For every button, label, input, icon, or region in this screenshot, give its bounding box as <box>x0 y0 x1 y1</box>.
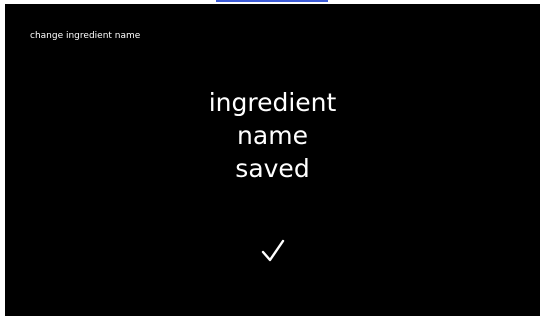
message-line-saved: saved <box>235 154 310 183</box>
top-link-line <box>216 0 328 2</box>
message-line-name: name <box>237 121 308 150</box>
message-line-ingredient: ingredient <box>208 88 337 117</box>
bottom-strip <box>0 316 545 329</box>
check-icon <box>261 239 285 262</box>
screen-title: change ingredient name <box>30 31 141 41</box>
saved-message: ingredient name saved <box>5 86 540 185</box>
device-screen: change ingredient name ingredient name s… <box>5 4 540 316</box>
